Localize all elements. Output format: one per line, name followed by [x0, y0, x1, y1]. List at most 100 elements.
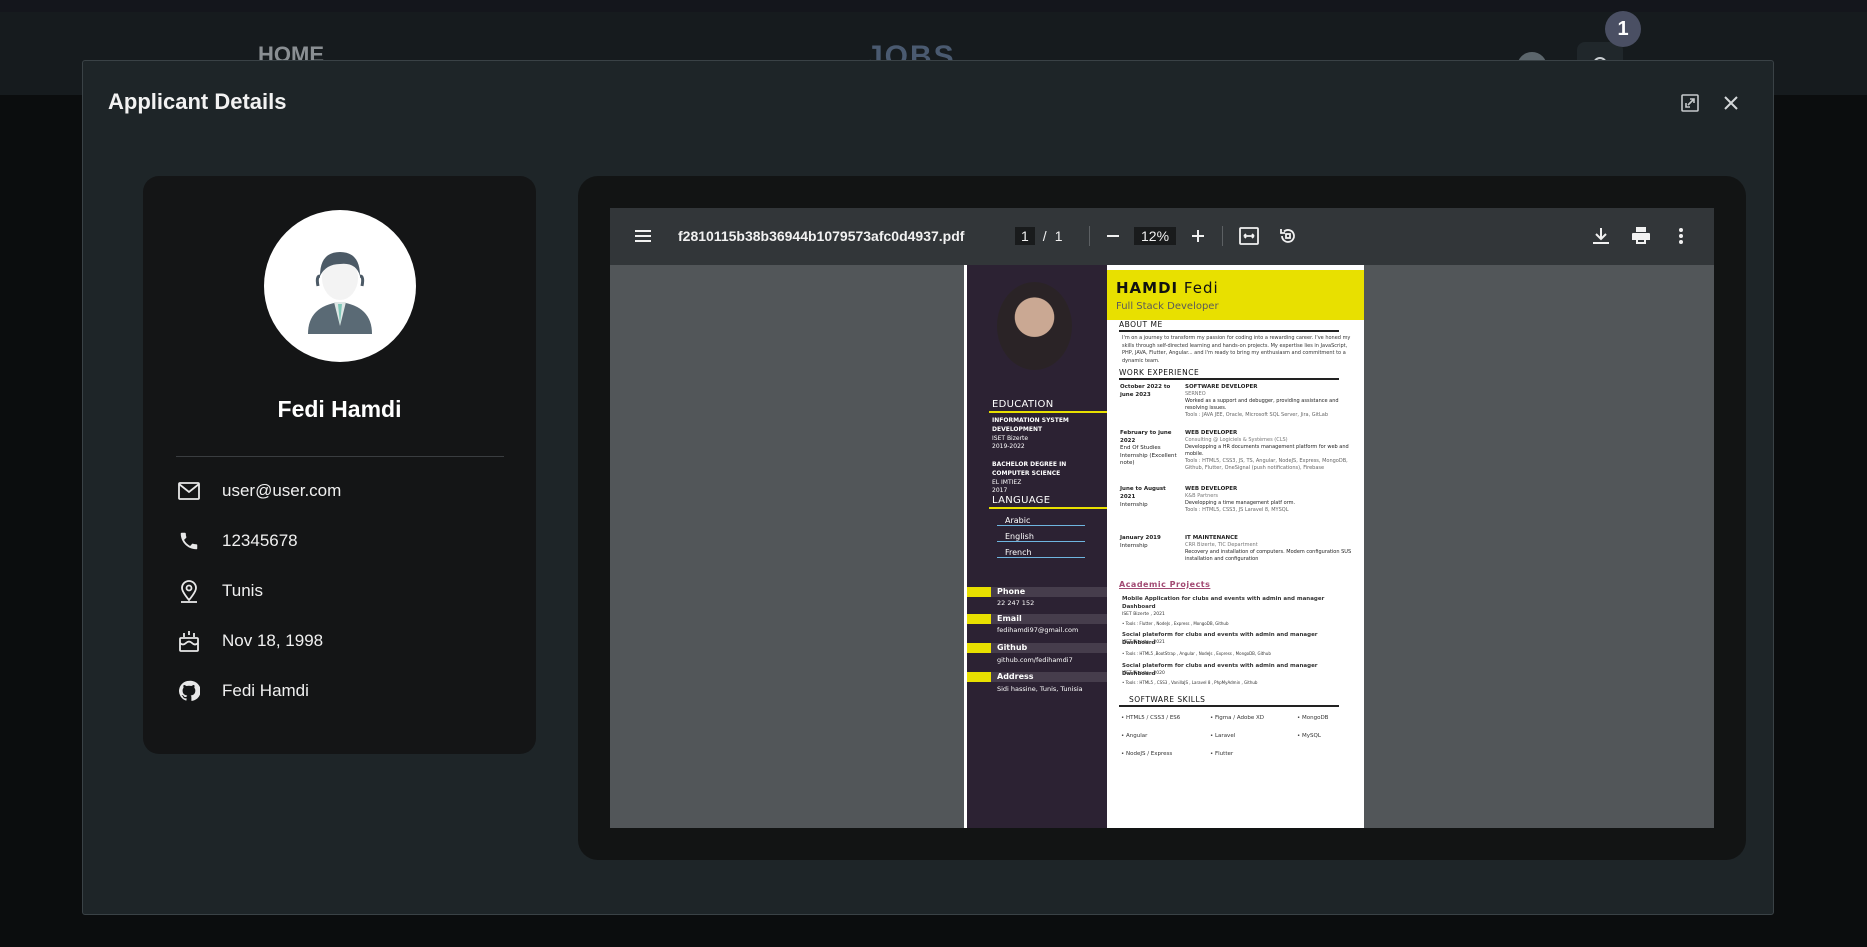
cv-contact-value: 22 247 152	[997, 599, 1035, 607]
phone-icon	[176, 528, 202, 554]
cv-job-title: WEB DEVELOPER	[1185, 430, 1238, 436]
cv-job-title: WEB DEVELOPER	[1185, 486, 1238, 492]
user-avatar-icon	[308, 252, 372, 334]
pdf-filename: f2810115b38b36944b1079573afc0d4937.pdf	[678, 228, 965, 244]
cv-job: WEB DEVELOPER K&B Partners Developping a…	[1185, 486, 1353, 514]
cv-skill: • MongoDB	[1297, 715, 1329, 721]
github-row: Fedi Hamdi	[176, 676, 309, 706]
menu-button[interactable]	[632, 226, 654, 246]
zoom-level-input[interactable]: 12%	[1134, 227, 1177, 245]
github-value[interactable]: Fedi Hamdi	[222, 681, 309, 701]
cv-job-company: Consulting @ Logiciels & Systèmes (CLS)	[1185, 437, 1288, 443]
cv-language: French	[997, 548, 1085, 558]
phone-row: 12345678	[176, 526, 298, 556]
cv-education-title: EDUCATION	[992, 399, 1054, 410]
avatar	[264, 210, 416, 362]
cv-contact-value: Sidi hassine, Tunis, Tunisia	[997, 685, 1083, 693]
download-button[interactable]	[1589, 224, 1613, 248]
cv-project-place: ISET Bizerte , 2021	[1122, 640, 1165, 645]
cv-job-sub: End Of Studies Internship (Excellent not…	[1120, 445, 1177, 466]
cv-skill: • HTML5 / CSS3 / ES6	[1121, 715, 1181, 721]
cv-projects-title: Academic Projects	[1119, 580, 1211, 589]
cv-project-tools: • Tools : HTML5 ,BootStrap , Angular , N…	[1122, 651, 1271, 656]
applicant-name: Fedi Hamdi	[277, 396, 402, 422]
cv-language: English	[997, 532, 1085, 542]
cv-job-desc: Recovery and installation of computers. …	[1185, 549, 1352, 562]
cv-project-title: Mobile Application for clubs and events …	[1122, 596, 1325, 610]
cv-job-desc: Worked as a support and debugger, provid…	[1185, 398, 1339, 411]
modal-title: Applicant Details	[108, 89, 287, 114]
print-button[interactable]	[1629, 224, 1653, 248]
fit-to-page-button[interactable]	[1237, 224, 1261, 248]
cv-contact-value: github.com/fedihamdi7	[997, 656, 1073, 664]
cv-main-column: HAMDI Fedi Full Stack Developer ABOUT ME…	[1107, 265, 1364, 828]
cv-job-tools: Tools : JAVA JEE, Oracle, Microsoft SQL …	[1185, 412, 1329, 418]
email-value: user@user.com	[222, 481, 342, 500]
cv-contact-label: Github	[997, 643, 1028, 652]
hamburger-icon	[635, 230, 651, 242]
cv-divider	[989, 411, 1107, 413]
cv-skill: • Figma / Adobe XD	[1210, 715, 1265, 721]
cv-last-name: HAMDI	[1116, 279, 1179, 297]
cv-project-place: ISET Bizerte , 2021	[1122, 612, 1165, 617]
cv-contact-tag: Github	[967, 643, 1107, 653]
cv-job-tools: Tools : HTML5, CSS3, JS, TS, Angular, No…	[1185, 458, 1348, 471]
plus-icon	[1192, 230, 1204, 242]
email-row: user@user.com	[176, 476, 341, 506]
cv-contact-value: fedihamdi97@gmail.com	[997, 626, 1079, 634]
cv-contact-label: Email	[997, 614, 1022, 623]
zoom-in-button[interactable]	[1186, 224, 1210, 248]
cv-about-title: ABOUT ME	[1119, 320, 1163, 329]
cv-sidebar: EDUCATION INFORMATION SYSTEM DEVELOPMENT…	[967, 265, 1107, 828]
cv-divider	[989, 507, 1107, 509]
cv-job: SOFTWARE DEVELOPER SERNEO Worked as a su…	[1185, 384, 1353, 419]
page-total: 1	[1054, 228, 1063, 244]
minus-icon	[1107, 235, 1119, 237]
cv-contact-tag: Email	[967, 614, 1107, 624]
resume-preview-card: f2810115b38b36944b1079573afc0d4937.pdf 1…	[578, 176, 1746, 860]
cv-job-sub: Internship	[1120, 502, 1148, 508]
close-icon	[1724, 96, 1738, 110]
cv-language-title: LANGUAGE	[992, 495, 1051, 506]
cv-project-tools: • Tools : HTML5 , CSS3 , VanillaJS , Lar…	[1122, 680, 1258, 685]
divider	[176, 456, 504, 457]
cv-contact-tag: Phone	[967, 587, 1107, 597]
location-row: Tunis	[176, 576, 263, 606]
zoom-out-button[interactable]	[1101, 224, 1125, 248]
cv-first-name: Fedi	[1183, 279, 1219, 297]
cv-divider	[1119, 330, 1339, 332]
location-pin-icon	[176, 578, 202, 604]
fit-page-icon	[1239, 227, 1259, 245]
cv-job-company: SERNEO	[1185, 391, 1206, 397]
toolbar-divider	[1222, 226, 1223, 246]
cv-education-years: 2019-2022	[992, 443, 1025, 450]
printer-icon	[1632, 227, 1650, 244]
phone-value: 12345678	[222, 531, 298, 550]
cv-photo	[997, 282, 1072, 370]
cv-language: Arabic	[997, 516, 1085, 526]
cv-job-title: SOFTWARE DEVELOPER	[1185, 384, 1258, 390]
rotate-button[interactable]	[1276, 224, 1300, 248]
expand-icon	[1681, 94, 1699, 112]
cv-education-degree: BACHELOR DEGREE IN COMPUTER SCIENCE	[992, 461, 1067, 477]
notification-count-badge: 1	[1605, 11, 1641, 47]
close-button[interactable]	[1721, 93, 1743, 115]
page-indicator: 1 / 1	[1015, 227, 1062, 245]
cv-divider	[1119, 378, 1339, 380]
toolbar-divider	[1089, 226, 1090, 246]
more-options-button[interactable]	[1669, 224, 1693, 248]
cv-job-date: January 2019	[1120, 535, 1161, 541]
pdf-toolbar: f2810115b38b36944b1079573afc0d4937.pdf 1…	[610, 208, 1714, 265]
pdf-viewer[interactable]: f2810115b38b36944b1079573afc0d4937.pdf 1…	[610, 208, 1714, 828]
expand-button[interactable]	[1680, 93, 1702, 115]
cv-job-sub: Internship	[1120, 543, 1148, 549]
cv-role: Full Stack Developer	[1116, 301, 1219, 312]
page-number-input[interactable]: 1	[1015, 227, 1035, 245]
applicant-details-modal: Applicant Details Fedi Hamdi user@user.c…	[82, 60, 1774, 915]
cv-job-date: October 2022 to june 2023	[1120, 384, 1171, 398]
location-value: Tunis	[222, 581, 263, 600]
cv-job-desc: Developping a time management platf orm.	[1185, 500, 1296, 506]
cv-job-title: IT MAINTENANCE	[1185, 535, 1238, 541]
cv-job: IT MAINTENANCE CRR Bizerte, TIC Departme…	[1185, 535, 1353, 563]
cv-project-place: ISET Bizerte , 2020	[1122, 671, 1165, 676]
